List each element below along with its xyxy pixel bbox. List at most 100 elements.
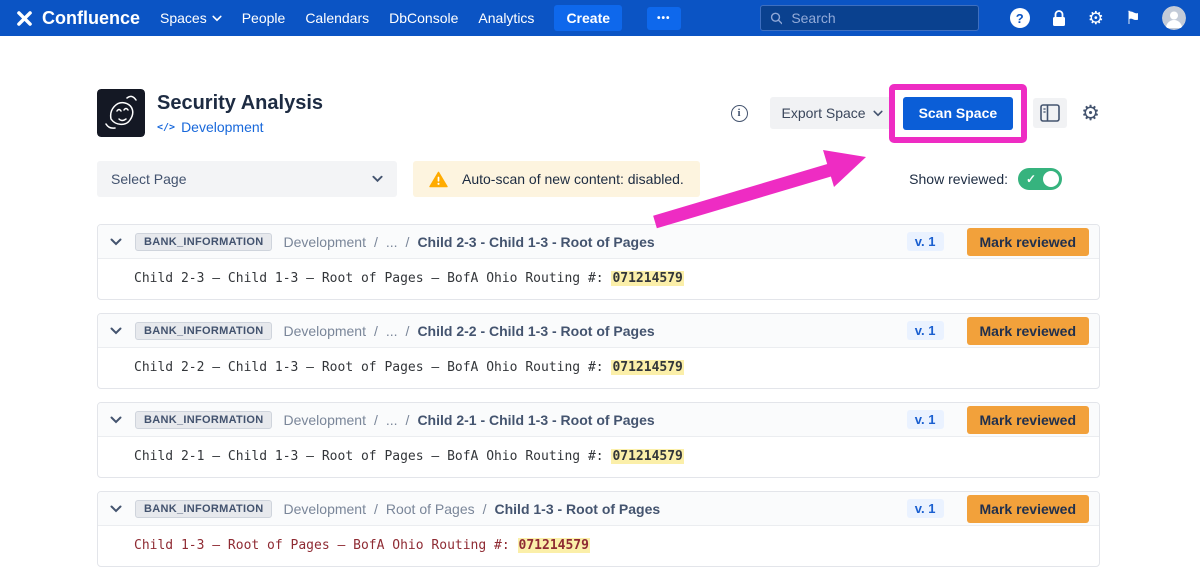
version-badge: v. 1	[907, 499, 944, 518]
chevron-down-icon[interactable]	[108, 325, 124, 337]
nav-item-analytics[interactable]: Analytics	[478, 10, 534, 26]
show-reviewed-control: Show reviewed: ✓	[909, 168, 1062, 190]
finding-content: Child 2-2 – Child 1-3 – Root of Pages – …	[98, 348, 1099, 388]
finding-type-badge: BANK_INFORMATION	[135, 233, 272, 251]
search-box[interactable]	[760, 5, 979, 31]
finding-type-badge: BANK_INFORMATION	[135, 411, 272, 429]
chevron-down-icon[interactable]	[108, 236, 124, 248]
mark-reviewed-button[interactable]: Mark reviewed	[967, 228, 1090, 256]
mark-reviewed-button[interactable]: Mark reviewed	[967, 495, 1090, 523]
space-line: </> Development	[157, 119, 323, 135]
breadcrumb-current-page[interactable]: Child 2-2 - Child 1-3 - Root of Pages	[417, 323, 654, 339]
sidebar-toggle-button[interactable]	[1033, 98, 1067, 128]
finding-header: BANK_INFORMATION Development / ... / Chi…	[98, 403, 1099, 437]
warning-text: Auto-scan of new content: disabled.	[462, 171, 684, 187]
nav-item-calendars[interactable]: Calendars	[305, 10, 369, 26]
mark-reviewed-button[interactable]: Mark reviewed	[967, 406, 1090, 434]
finding-type-badge: BANK_INFORMATION	[135, 322, 272, 340]
titles: Security Analysis </> Development	[157, 91, 323, 135]
main-content: Security Analysis </> Development i Expo…	[97, 89, 1100, 567]
scan-space-button[interactable]: Scan Space	[903, 97, 1014, 130]
nav-right: ? ⚙ ⚑	[760, 5, 1186, 31]
gear-icon[interactable]: ⚙	[1088, 9, 1104, 27]
brand-name: Confluence	[42, 8, 140, 29]
version-badge: v. 1	[907, 410, 944, 429]
chevron-down-icon[interactable]	[108, 414, 124, 426]
scan-space-wrap: Scan Space	[903, 97, 1014, 130]
finding-text: Child 1-3 – Root of Pages – BofA Ohio Ro…	[134, 538, 518, 553]
chevron-down-icon	[212, 15, 222, 22]
export-space-button[interactable]: Export Space	[770, 97, 895, 129]
nav-item-spaces[interactable]: Spaces	[160, 10, 222, 26]
breadcrumb-item[interactable]: ...	[386, 323, 398, 339]
breadcrumb-item[interactable]: ...	[386, 234, 398, 250]
space-link[interactable]: Development	[181, 119, 264, 135]
toolbar: Select Page Auto-scan of new content: di…	[97, 161, 1100, 197]
breadcrumb-current-page[interactable]: Child 2-3 - Child 1-3 - Root of Pages	[417, 234, 654, 250]
select-page-label: Select Page	[111, 171, 187, 187]
nav-item-label: Analytics	[478, 10, 534, 26]
toggle-knob	[1043, 171, 1059, 187]
nav-item-people[interactable]: People	[242, 10, 286, 26]
search-input[interactable]	[789, 9, 968, 27]
show-reviewed-label: Show reviewed:	[909, 171, 1008, 187]
finding-text: Child 2-2 – Child 1-3 – Root of Pages – …	[134, 360, 611, 375]
more-options-button[interactable]: •••	[647, 7, 681, 30]
show-reviewed-toggle[interactable]: ✓	[1018, 168, 1062, 190]
finding-row: BANK_INFORMATION Development / ... / Chi…	[97, 224, 1100, 300]
create-button[interactable]: Create	[554, 5, 622, 31]
finding-row: BANK_INFORMATION Development / Root of P…	[97, 491, 1100, 567]
breadcrumb: Development / ... / Child 2-1 - Child 1-…	[283, 412, 654, 428]
space-avatar-image	[97, 89, 145, 137]
breadcrumb-separator: /	[483, 501, 487, 517]
breadcrumb-item[interactable]: Development	[283, 323, 366, 339]
avatar-person-icon	[1162, 6, 1186, 30]
mark-reviewed-button[interactable]: Mark reviewed	[967, 317, 1090, 345]
breadcrumb-item[interactable]: Root of Pages	[386, 501, 475, 517]
breadcrumb-separator: /	[374, 323, 378, 339]
flag-icon[interactable]: ⚑	[1125, 9, 1141, 27]
findings-list: BANK_INFORMATION Development / ... / Chi…	[97, 224, 1100, 567]
finding-header: BANK_INFORMATION Development / ... / Chi…	[98, 314, 1099, 348]
info-icon[interactable]: i	[731, 105, 748, 122]
confluence-logo-icon	[14, 8, 35, 29]
warning-icon	[429, 171, 448, 188]
breadcrumb-item[interactable]: Development	[283, 501, 366, 517]
finding-highlight: 071214579	[611, 360, 683, 375]
breadcrumb-separator: /	[374, 501, 378, 517]
confluence-home-link[interactable]: Confluence	[14, 8, 140, 29]
page-title: Security Analysis	[157, 91, 323, 115]
chevron-down-icon	[873, 110, 883, 117]
export-space-label: Export Space	[782, 105, 866, 121]
breadcrumb-current-page[interactable]: Child 1-3 - Root of Pages	[495, 501, 661, 517]
breadcrumb: Development / Root of Pages / Child 1-3 …	[283, 501, 660, 517]
search-icon	[770, 11, 783, 25]
autoscan-warning-banner: Auto-scan of new content: disabled.	[413, 161, 700, 197]
top-nav: Confluence Spaces People Calendars DbCon…	[0, 0, 1200, 36]
check-icon: ✓	[1026, 172, 1036, 186]
finding-highlight: 071214579	[518, 538, 590, 553]
finding-type-badge: BANK_INFORMATION	[135, 500, 272, 518]
nav-item-dbconsole[interactable]: DbConsole	[389, 10, 458, 26]
help-icon[interactable]: ?	[1010, 8, 1030, 28]
breadcrumb-item[interactable]: Development	[283, 412, 366, 428]
breadcrumb-current-page[interactable]: Child 2-1 - Child 1-3 - Root of Pages	[417, 412, 654, 428]
breadcrumb-separator: /	[374, 234, 378, 250]
select-page-dropdown[interactable]: Select Page	[97, 161, 397, 197]
finding-header: BANK_INFORMATION Development / ... / Chi…	[98, 225, 1099, 259]
breadcrumb-item[interactable]: Development	[283, 234, 366, 250]
finding-highlight: 071214579	[611, 271, 683, 286]
user-avatar[interactable]	[1162, 6, 1186, 30]
finding-row: BANK_INFORMATION Development / ... / Chi…	[97, 402, 1100, 478]
settings-gear-icon[interactable]: ⚙	[1081, 103, 1100, 124]
chevron-down-icon[interactable]	[108, 503, 124, 515]
finding-text: Child 2-1 – Child 1-3 – Root of Pages – …	[134, 449, 611, 464]
code-icon: </>	[157, 122, 175, 133]
breadcrumb-separator: /	[406, 412, 410, 428]
header-actions: i Export Space Scan Space ⚙	[731, 97, 1101, 130]
breadcrumb-separator: /	[406, 234, 410, 250]
breadcrumb: Development / ... / Child 2-3 - Child 1-…	[283, 234, 654, 250]
breadcrumb-item[interactable]: ...	[386, 412, 398, 428]
lock-icon[interactable]	[1051, 9, 1067, 27]
nav-item-label: People	[242, 10, 286, 26]
